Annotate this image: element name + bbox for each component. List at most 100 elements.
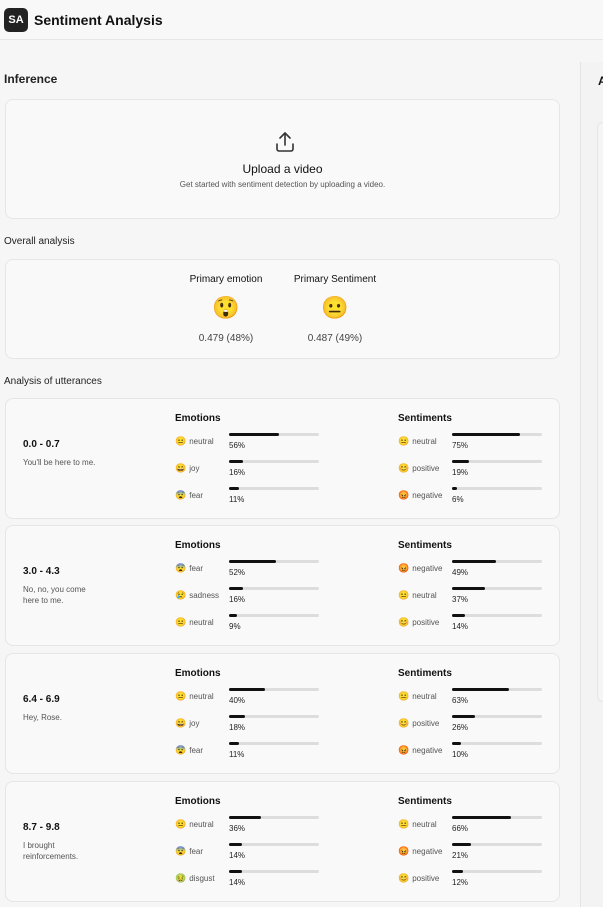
sentiment-percent: 49% xyxy=(452,568,469,577)
utterance-card: 8.7 - 9.8 I brought reinforcements. Emotio… xyxy=(5,781,560,902)
overall-analysis-card: Primary emotion 😲 0.479 (48%) Primary Se… xyxy=(5,259,560,359)
emotion-label-text: joy xyxy=(189,464,200,473)
sentiment-label: 😐 neutral xyxy=(398,819,437,830)
sentiment-bar xyxy=(452,614,542,617)
sentiment-row: 😡 negative 49% xyxy=(398,557,548,579)
sentiment-percent: 75% xyxy=(452,441,469,450)
emotion-bar-fill xyxy=(229,870,242,873)
sentiments-title: Sentiments xyxy=(398,796,452,807)
emotion-label-text: neutral xyxy=(189,820,214,829)
sentiment-label-text: neutral xyxy=(412,591,437,600)
negative-emoji-icon: 😡 xyxy=(398,846,410,856)
fear-emoji-icon: 😨 xyxy=(175,745,187,755)
sentiment-label: 😡 negative xyxy=(398,563,442,574)
utterance-time: 0.0 - 0.7 xyxy=(23,439,60,450)
emotion-bar-fill xyxy=(229,614,237,617)
emotion-label-text: fear xyxy=(189,491,204,500)
emotion-bar-fill xyxy=(229,843,242,846)
positive-emoji-icon: 😊 xyxy=(398,463,410,473)
upload-title: Upload a video xyxy=(242,162,323,176)
emotions-title: Emotions xyxy=(175,796,221,807)
emotion-row: 😨 fear 14% xyxy=(175,840,325,862)
sentiment-bar xyxy=(452,688,542,691)
sentiment-label-text: negative xyxy=(412,564,443,573)
right-panel-label: A xyxy=(598,74,603,88)
sentiment-bar xyxy=(452,487,542,490)
sentiment-bar-fill xyxy=(452,715,475,718)
sentiment-bar xyxy=(452,715,542,718)
sentiment-label-text: negative xyxy=(412,491,443,500)
emotion-label: 😨 fear xyxy=(175,846,203,857)
sentiment-bar xyxy=(452,843,542,846)
emotion-label-text: joy xyxy=(189,719,200,728)
emotion-row: 😨 fear 11% xyxy=(175,739,325,761)
negative-emoji-icon: 😡 xyxy=(398,745,410,755)
emotion-row: 😐 neutral 40% xyxy=(175,685,325,707)
emotion-row: 😄 joy 18% xyxy=(175,712,325,734)
sentiment-label: 😐 neutral xyxy=(398,436,437,447)
upload-dropzone[interactable]: Upload a video Get started with sentimen… xyxy=(5,99,560,219)
primary-sentiment-title: Primary Sentiment xyxy=(293,274,377,285)
sentiment-percent: 66% xyxy=(452,824,469,833)
sentiment-percent: 21% xyxy=(452,851,469,860)
fear-emoji-icon: 😨 xyxy=(175,846,187,856)
sentiment-percent: 6% xyxy=(452,495,464,504)
emotion-label: 😨 fear xyxy=(175,563,203,574)
emotion-percent: 16% xyxy=(229,468,246,477)
sentiment-label-text: neutral xyxy=(412,437,437,446)
utterance-time: 3.0 - 4.3 xyxy=(23,566,60,577)
emotion-percent: 36% xyxy=(229,824,246,833)
utterance-text: Hey, Rose. xyxy=(23,713,62,722)
sentiment-label: 😊 positive xyxy=(398,463,439,474)
emotion-bar xyxy=(229,742,319,745)
emotion-label-text: neutral xyxy=(189,692,214,701)
emotion-bar-fill xyxy=(229,688,265,691)
sentiment-bar xyxy=(452,816,542,819)
emotion-percent: 56% xyxy=(229,441,246,450)
emotion-percent: 52% xyxy=(229,568,246,577)
sentiment-percent: 12% xyxy=(452,878,469,887)
neutral-emoji-icon: 😐 xyxy=(175,819,187,829)
sentiment-label-text: positive xyxy=(412,618,440,627)
sentiment-row: 😊 positive 26% xyxy=(398,712,548,734)
sentiment-row: 😡 negative 21% xyxy=(398,840,548,862)
emotion-bar xyxy=(229,487,319,490)
sentiment-bar-fill xyxy=(452,614,465,617)
sentiment-bar-fill xyxy=(452,742,461,745)
sentiment-label-text: positive xyxy=(412,464,440,473)
sentiment-row: 😊 positive 19% xyxy=(398,457,548,479)
negative-emoji-icon: 😡 xyxy=(398,490,410,500)
sentiment-bar xyxy=(452,560,542,563)
emotion-bar-fill xyxy=(229,560,276,563)
utterance-card: 3.0 - 4.3 No, no, you come here to me. Emo… xyxy=(5,525,560,646)
sentiment-label-text: positive xyxy=(412,719,440,728)
sentiment-label-text: positive xyxy=(412,874,440,883)
sentiment-percent: 26% xyxy=(452,723,469,732)
primary-sentiment-score: 0.487 (49%) xyxy=(307,333,363,344)
primary-emotion: Primary emotion 😲 0.479 (48%) xyxy=(171,274,281,344)
positive-emoji-icon: 😊 xyxy=(398,617,410,627)
emotion-label-text: sadness xyxy=(189,591,220,600)
sentiment-row: 😐 neutral 63% xyxy=(398,685,548,707)
sentiments-title: Sentiments xyxy=(398,668,452,679)
emotion-label: 🤢 disgust xyxy=(175,873,215,884)
neutral-emoji-icon: 😐 xyxy=(398,436,410,446)
sentiment-label: 😊 positive xyxy=(398,617,439,628)
sentiment-row: 😡 negative 6% xyxy=(398,484,548,506)
surprised-face-icon: 😲 xyxy=(212,295,240,320)
neutral-emoji-icon: 😐 xyxy=(175,436,187,446)
neutral-emoji-icon: 😐 xyxy=(398,819,410,829)
utterance-time: 6.4 - 6.9 xyxy=(23,694,60,705)
sentiment-bar-fill xyxy=(452,487,457,490)
overall-analysis-label: Overall analysis xyxy=(4,236,75,247)
emotion-row: 😨 fear 11% xyxy=(175,484,325,506)
sentiment-bar-fill xyxy=(452,587,485,590)
emotion-label: 😄 joy xyxy=(175,463,199,474)
sentiment-label-text: neutral xyxy=(412,820,437,829)
emotion-percent: 14% xyxy=(229,851,246,860)
emotion-bar-fill xyxy=(229,715,245,718)
emotion-label: 😨 fear xyxy=(175,490,203,501)
emotion-bar-fill xyxy=(229,433,279,436)
primary-emotion-title: Primary emotion xyxy=(189,274,263,285)
emotion-label-text: neutral xyxy=(189,437,214,446)
